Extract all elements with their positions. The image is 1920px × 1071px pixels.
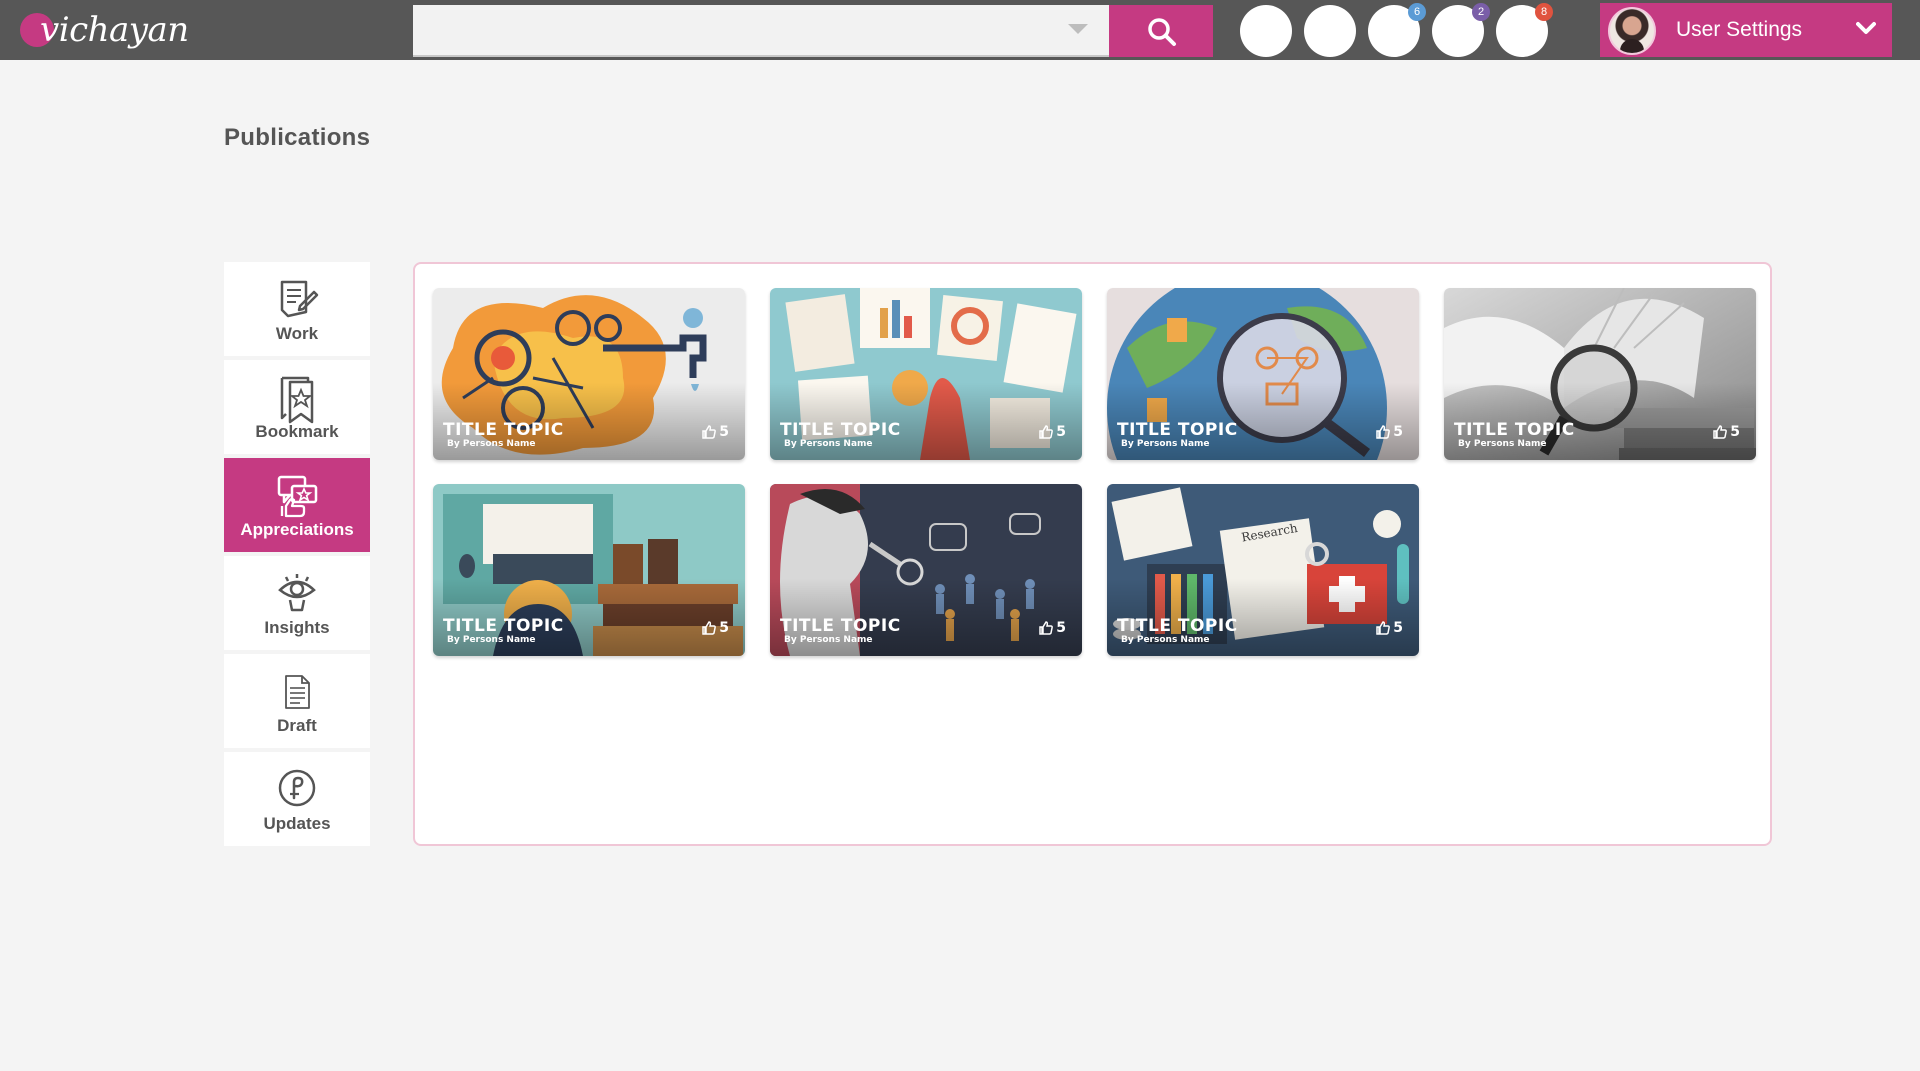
thumbs-up-icon	[1713, 425, 1728, 439]
likes-count: 5	[1056, 620, 1066, 636]
sidebar-item-label: Appreciations	[240, 520, 354, 539]
card-likes[interactable]: 5	[702, 424, 729, 440]
sidebar-item-label: Draft	[277, 716, 317, 735]
search-icon	[1148, 18, 1176, 46]
publication-card[interactable]: TITLE TOPIC By Persons Name 5	[1107, 288, 1419, 460]
thumbs-up-icon	[1039, 621, 1054, 635]
card-likes[interactable]: 5	[1039, 620, 1066, 636]
card-likes[interactable]: 5	[1039, 424, 1066, 440]
sidebar-item-label: Bookmark	[255, 422, 339, 441]
likes-count: 5	[1393, 620, 1403, 636]
bookmark-icon	[280, 376, 314, 424]
card-author: By Persons Name	[1121, 635, 1210, 645]
card-author: By Persons Name	[784, 439, 873, 449]
card-title: TITLE TOPIC	[443, 616, 564, 636]
search-dropdown-caret-icon[interactable]	[1068, 24, 1088, 34]
search-input[interactable]	[413, 5, 1053, 55]
likes-count: 5	[1056, 424, 1066, 440]
publications-panel: TITLE TOPIC By Persons Name 5 TITLE TOPI…	[413, 262, 1772, 846]
publication-card[interactable]: TITLE TOPIC By Persons Name 5	[770, 484, 1082, 656]
sidebar-item-label: Updates	[263, 814, 331, 833]
sidebar-item-updates[interactable]: Updates	[224, 752, 370, 846]
top-bar: vichayan 6 2 8 User Settings	[0, 0, 1920, 60]
card-likes[interactable]: 5	[702, 620, 729, 636]
card-title: TITLE TOPIC	[443, 420, 564, 440]
draft-icon	[285, 675, 310, 709]
publication-card[interactable]: TITLE TOPIC By Persons Name 5	[1444, 288, 1756, 460]
card-title: TITLE TOPIC	[780, 420, 901, 440]
search-button[interactable]	[1109, 5, 1213, 57]
publication-card[interactable]: Research TITLE TOPIC By Persons Name 5	[1107, 484, 1419, 656]
notification-badge: 6	[1408, 3, 1426, 21]
card-likes[interactable]: 5	[1376, 424, 1403, 440]
brand-name: vichayan	[40, 10, 189, 50]
search-box	[413, 5, 1109, 57]
header-action-button-1[interactable]	[1240, 5, 1292, 57]
publication-card[interactable]: TITLE TOPIC By Persons Name 5	[433, 484, 745, 656]
thumbs-up-icon	[702, 621, 717, 635]
brand-logo[interactable]: vichayan	[20, 6, 189, 54]
card-title: TITLE TOPIC	[1117, 616, 1238, 636]
likes-count: 5	[1730, 424, 1740, 440]
notification-badge: 2	[1472, 3, 1490, 21]
likes-count: 5	[719, 620, 729, 636]
work-icon	[280, 280, 319, 318]
card-title: TITLE TOPIC	[780, 616, 901, 636]
sidebar-item-work[interactable]: Work	[224, 262, 370, 356]
user-settings-label: User Settings	[1676, 18, 1803, 41]
likes-count: 5	[1393, 424, 1403, 440]
likes-count: 5	[719, 424, 729, 440]
header-action-button-2[interactable]	[1304, 5, 1356, 57]
card-likes[interactable]: 5	[1713, 424, 1740, 440]
thumbs-up-icon	[1376, 621, 1391, 635]
card-title: TITLE TOPIC	[1454, 420, 1575, 440]
sidebar-item-bookmark[interactable]: Bookmark	[224, 360, 370, 454]
card-author: By Persons Name	[1458, 439, 1547, 449]
card-author: By Persons Name	[784, 635, 873, 645]
thumbs-up-icon	[1376, 425, 1391, 439]
updates-icon	[278, 769, 316, 807]
page-title: Publications	[224, 124, 371, 151]
card-title: TITLE TOPIC	[1117, 420, 1238, 440]
sidebar-item-draft[interactable]: Draft	[224, 654, 370, 748]
sidebar-item-label: Work	[275, 324, 319, 343]
card-likes[interactable]: 5	[1376, 620, 1403, 636]
chevron-down-icon	[1856, 22, 1876, 34]
user-settings-dropdown[interactable]: User Settings	[1600, 3, 1892, 57]
sidebar-item-appreciations[interactable]: Appreciations	[224, 458, 370, 552]
card-author: By Persons Name	[447, 439, 536, 449]
publication-card[interactable]: TITLE TOPIC By Persons Name 5	[433, 288, 745, 460]
notification-badge: 8	[1535, 3, 1553, 21]
insights-icon	[278, 574, 316, 612]
sidebar-item-label: Insights	[264, 618, 330, 637]
sidebar: Work Bookmark Appreciations Insights Dra…	[224, 262, 370, 850]
avatar	[1608, 7, 1656, 55]
thumbs-up-icon	[1039, 425, 1054, 439]
thumbs-up-icon	[702, 425, 717, 439]
appreciations-icon	[277, 475, 318, 518]
sidebar-item-insights[interactable]: Insights	[224, 556, 370, 650]
publication-card[interactable]: TITLE TOPIC By Persons Name 5	[770, 288, 1082, 460]
card-author: By Persons Name	[1121, 439, 1210, 449]
card-author: By Persons Name	[447, 635, 536, 645]
